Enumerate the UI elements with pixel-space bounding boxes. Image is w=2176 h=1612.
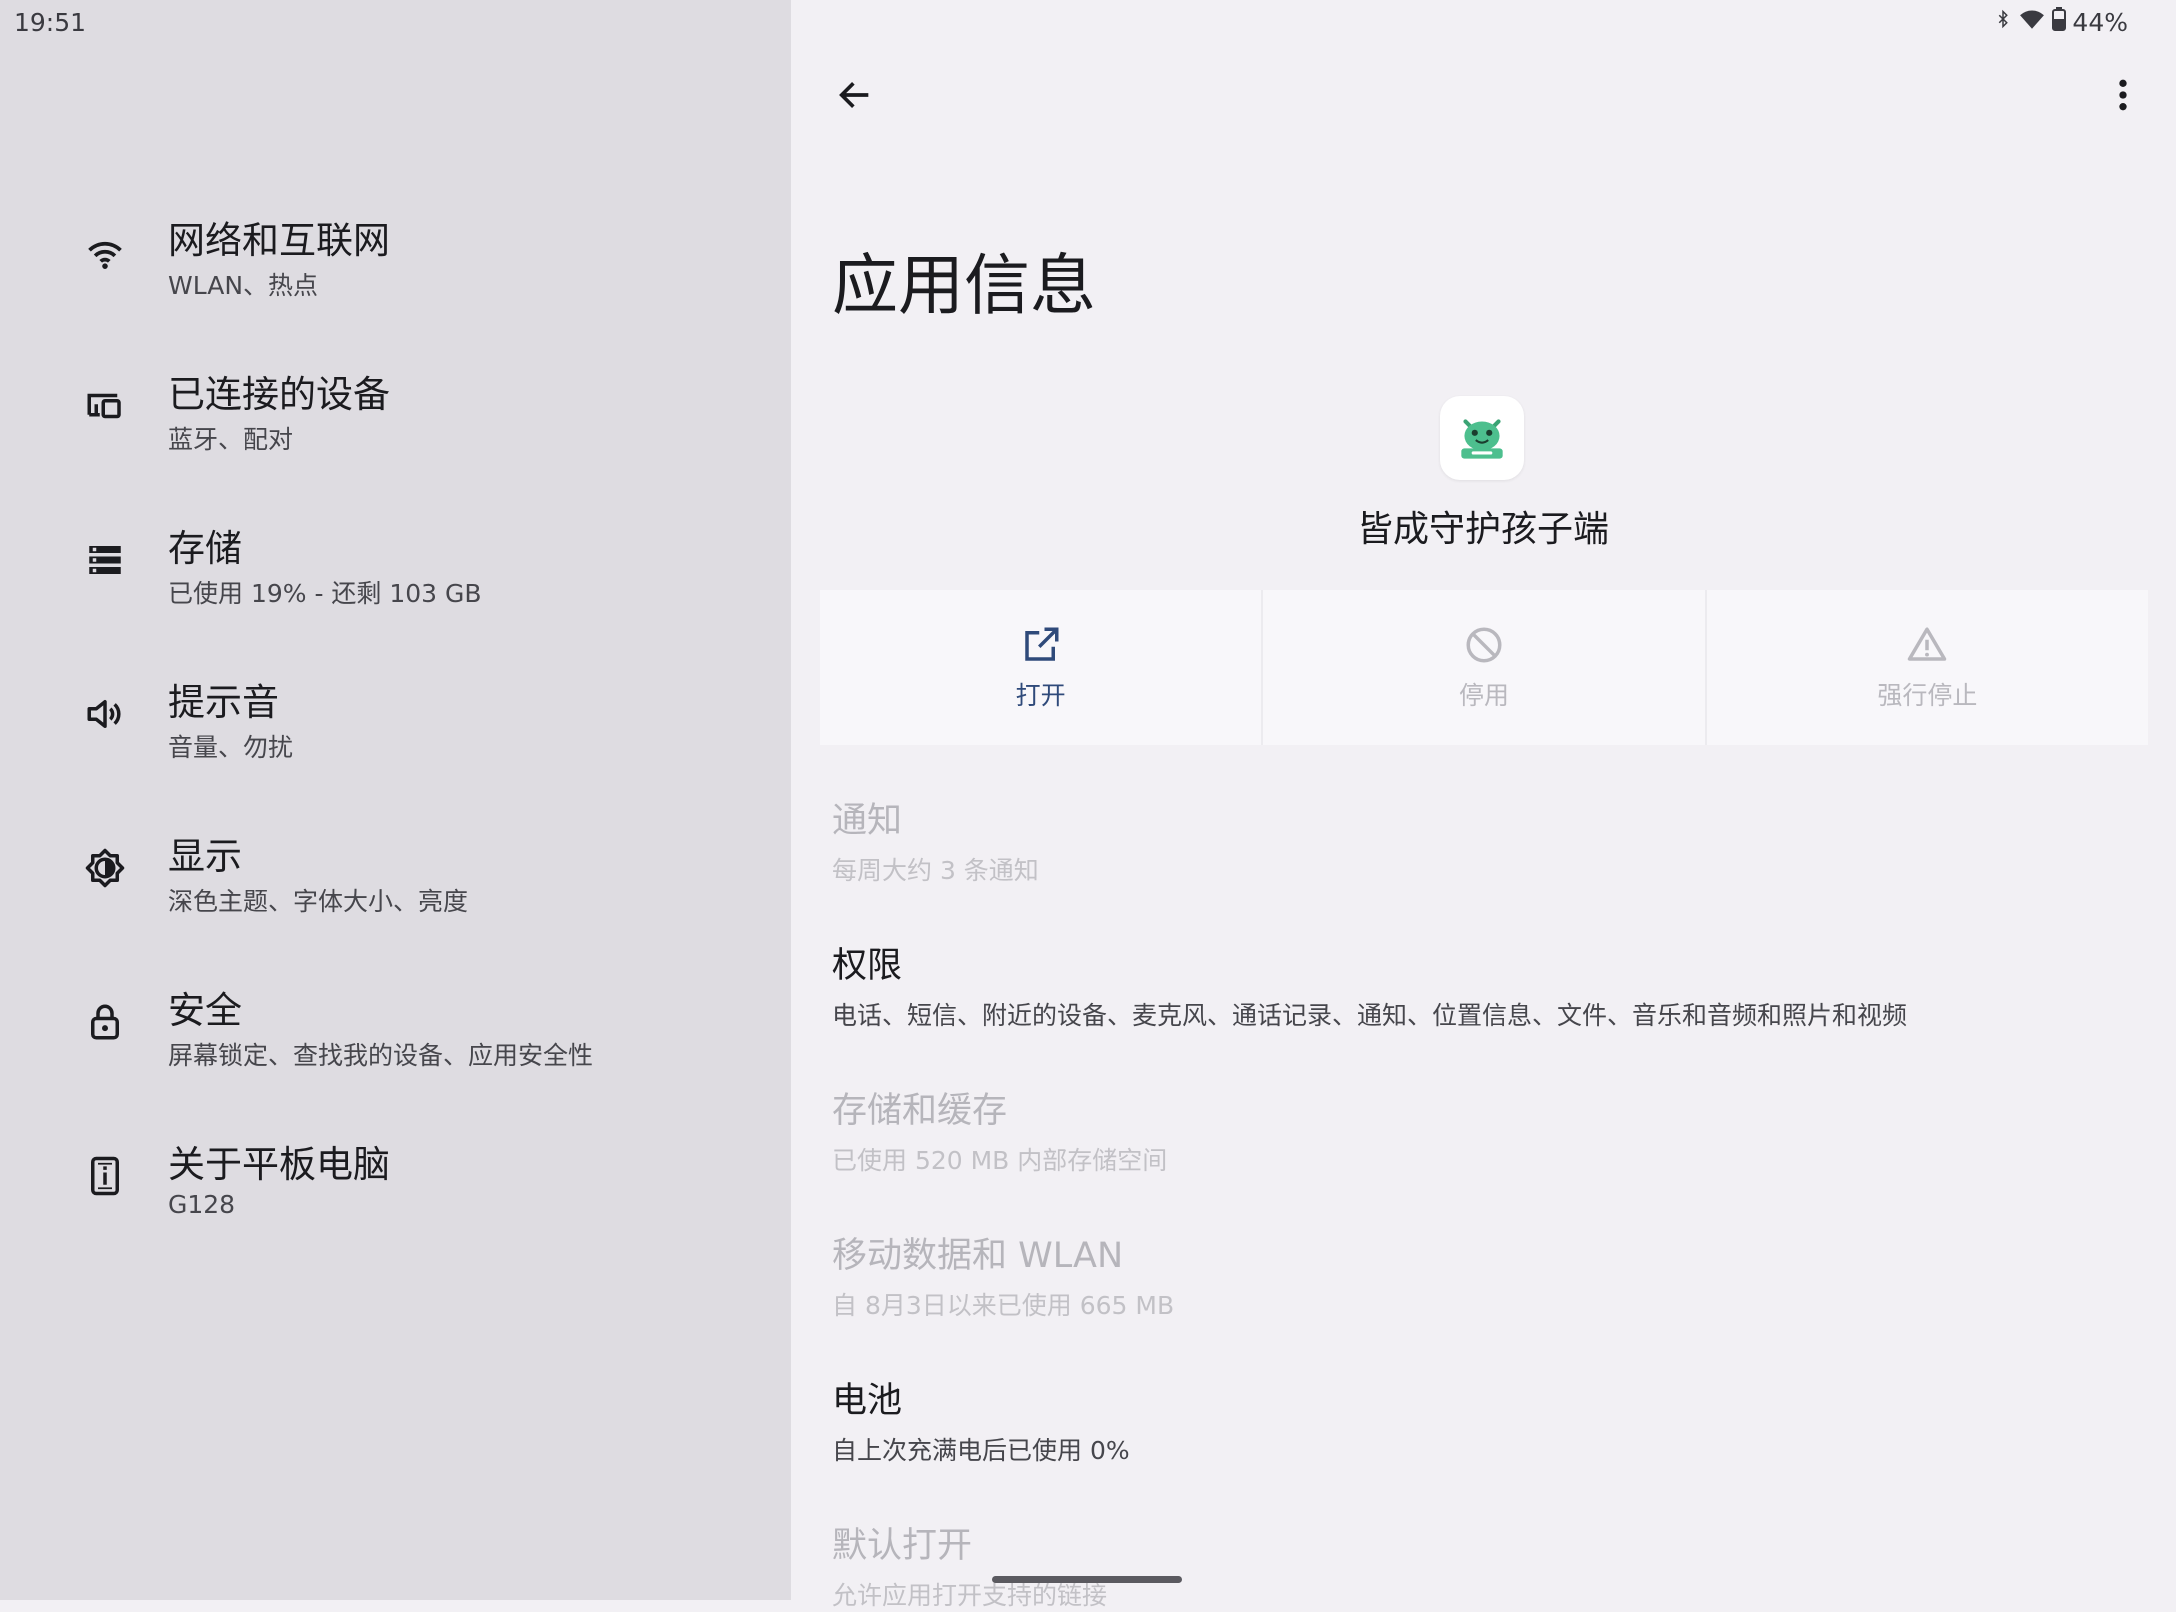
sidebar-item-sound[interactable]: 提示音 音量、勿扰 (0, 644, 791, 784)
sidebar-item-security[interactable]: 安全 屏幕锁定、查找我的设备、应用安全性 (0, 952, 791, 1092)
sidebar-item-network[interactable]: 网络和互联网 WLAN、热点 (0, 182, 791, 322)
sidebar-item-title: 安全 (168, 989, 242, 1032)
open-app-button[interactable]: 打开 (820, 590, 1264, 745)
devices-icon (80, 381, 130, 431)
wifi-icon (80, 227, 130, 277)
battery-icon (2052, 6, 2067, 38)
sidebar-item-subtitle: 音量、勿扰 (168, 733, 294, 762)
sidebar-item-title: 显示 (168, 835, 242, 878)
sidebar-item-connected-devices[interactable]: 已连接的设备 蓝牙、配对 (0, 336, 791, 476)
settings-sidebar: 19:51 网络和互联网 WLAN、热点 已连接的设备 蓝牙、配对 存储 已使用… (0, 0, 791, 1600)
setting-subtitle: 电话、短信、附近的设备、麦克风、通话记录、通知、位置信息、文件、音乐和音频和照片… (832, 1001, 1908, 1030)
setting-storage-cache[interactable]: 存储和缓存 已使用 520 MB 内部存储空间 (832, 1082, 2132, 1177)
setting-notifications[interactable]: 通知 每周大约 3 条通知 (832, 792, 2132, 887)
sidebar-item-subtitle: 深色主题、字体大小、亮度 (168, 887, 469, 916)
sidebar-item-subtitle: 蓝牙、配对 (168, 425, 294, 454)
back-button[interactable] (830, 70, 880, 120)
app-icon (1440, 396, 1524, 480)
setting-open-by-default[interactable]: 默认打开 允许应用打开支持的链接 (832, 1517, 2132, 1612)
force-stop-label: 强行停止 (1877, 680, 1978, 710)
sidebar-item-display[interactable]: 显示 深色主题、字体大小、亮度 (0, 798, 791, 938)
sidebar-item-title: 网络和互联网 (168, 219, 390, 262)
battery-level: 44% (2072, 7, 2128, 37)
setting-battery[interactable]: 电池 自上次充满电后已使用 0% (832, 1372, 2132, 1467)
sidebar-item-title: 关于平板电脑 (168, 1143, 390, 1186)
storage-icon (80, 535, 130, 585)
sidebar-item-subtitle: G128 (168, 1190, 236, 1219)
sidebar-item-title: 已连接的设备 (168, 373, 390, 416)
wifi-icon (2018, 6, 2046, 38)
setting-title: 默认打开 (832, 1526, 973, 1566)
disable-icon (1466, 627, 1502, 662)
sidebar-item-subtitle: WLAN、热点 (168, 271, 319, 300)
gesture-home-bar[interactable] (992, 1576, 1182, 1583)
setting-subtitle: 已使用 520 MB 内部存储空间 (832, 1146, 1168, 1175)
open-external-icon (1024, 627, 1059, 661)
setting-subtitle: 每周大约 3 条通知 (832, 856, 1039, 885)
sidebar-item-title: 存储 (168, 527, 242, 570)
volume-icon (80, 689, 130, 739)
app-actions-bar: 打开 停用 强行停止 (820, 590, 2148, 745)
more-options-button[interactable] (2098, 70, 2148, 120)
status-bar-right: 44% (1994, 6, 2128, 38)
more-vert-icon (2119, 79, 2127, 111)
lock-icon (80, 997, 130, 1047)
warning-icon (1908, 627, 1947, 661)
sidebar-item-storage[interactable]: 存储 已使用 19% - 还剩 103 GB (0, 490, 791, 630)
disable-app-label: 停用 (1458, 680, 1509, 710)
setting-title: 电池 (832, 1381, 903, 1421)
arrow-back-icon (839, 82, 869, 108)
brightness-icon (80, 843, 130, 893)
setting-title: 存储和缓存 (832, 1091, 1008, 1131)
sidebar-item-about-tablet[interactable]: 关于平板电脑 G128 (0, 1106, 791, 1246)
setting-subtitle: 自上次充满电后已使用 0% (832, 1436, 1130, 1465)
setting-mobile-data-wlan[interactable]: 移动数据和 WLAN 自 8月3日以来已使用 665 MB (832, 1227, 2132, 1322)
page-title: 应用信息 (832, 247, 1096, 324)
sidebar-item-title: 提示音 (168, 681, 279, 724)
tablet-info-icon (80, 1151, 130, 1201)
bluetooth-icon (1994, 6, 2012, 38)
disable-app-button[interactable]: 停用 (1263, 590, 1707, 745)
sidebar-item-subtitle: 已使用 19% - 还剩 103 GB (168, 579, 482, 608)
setting-permissions[interactable]: 权限 电话、短信、附近的设备、麦克风、通话记录、通知、位置信息、文件、音乐和音频… (832, 937, 2132, 1032)
setting-title: 通知 (832, 801, 903, 841)
setting-title: 移动数据和 WLAN (832, 1236, 1124, 1276)
app-name: 皆成守护孩子端 (1356, 509, 1609, 550)
status-time: 19:51 (14, 8, 87, 37)
setting-subtitle: 自 8月3日以来已使用 665 MB (832, 1291, 1175, 1320)
force-stop-button[interactable]: 强行停止 (1707, 590, 2148, 745)
setting-title: 权限 (832, 946, 903, 986)
app-logo-icon (1461, 419, 1503, 459)
open-app-label: 打开 (1015, 680, 1066, 710)
sidebar-item-subtitle: 屏幕锁定、查找我的设备、应用安全性 (168, 1041, 594, 1070)
